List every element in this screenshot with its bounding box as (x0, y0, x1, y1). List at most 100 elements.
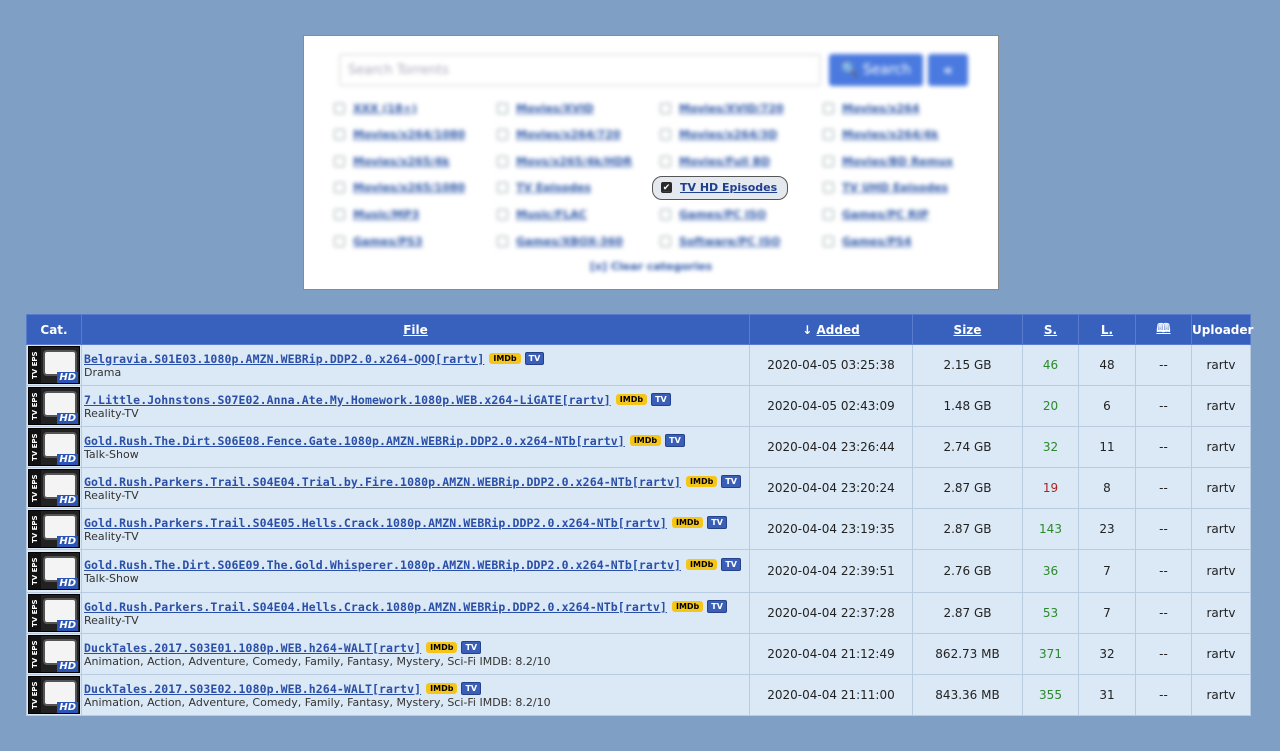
category-checkbox[interactable] (497, 235, 508, 247)
category-checkbox[interactable] (497, 155, 508, 167)
header-leechers[interactable]: L. (1078, 314, 1136, 345)
torrent-title-link[interactable]: Gold.Rush.The.Dirt.S06E09.The.Gold.Whisp… (84, 558, 681, 572)
category-tv-hd-episodes[interactable]: ✔ TV HD Episodes (652, 175, 789, 200)
torrent-title-link[interactable]: DuckTales.2017.S03E02.1080p.WEB.h264-WAL… (84, 682, 421, 696)
category-xxx-18[interactable]: XXX (18+) (334, 98, 417, 118)
category-checkbox[interactable] (497, 182, 508, 194)
category-checkbox[interactable] (334, 182, 345, 194)
category-checkbox[interactable] (823, 208, 834, 220)
header-comments[interactable]: 🕮 (1135, 314, 1192, 345)
tv-badge[interactable]: TV (721, 474, 741, 488)
tv-badge[interactable]: TV (461, 681, 482, 695)
category-games-xbox-360[interactable]: Games/XBOX-360 (497, 231, 623, 251)
category-movies-x264-3d[interactable]: Movies/x264/3D (660, 125, 777, 145)
category-movies-full-bd[interactable]: Movies/Full BD (660, 151, 770, 171)
category-tv-uhd-episodes[interactable]: TV UHD Episodes (823, 178, 948, 198)
tv-badge[interactable]: TV (721, 557, 741, 571)
imdb-badge[interactable]: IMDb (671, 600, 704, 612)
category-checkbox[interactable] (334, 208, 345, 220)
category-checkbox[interactable]: ✔ (661, 182, 672, 194)
category-cell[interactable]: TV EPS HD (26, 344, 82, 386)
sort-seeders-link[interactable]: S. (1044, 323, 1057, 337)
tv-hd-episodes-icon[interactable]: TV EPS HD (28, 676, 80, 714)
torrent-title-link[interactable]: DuckTales.2017.S03E01.1080p.WEB.h264-WAL… (84, 641, 421, 655)
sort-file-link[interactable]: File (403, 323, 428, 337)
tv-hd-episodes-icon[interactable]: TV EPS HD (28, 635, 80, 673)
category-cell[interactable]: TV EPS HD (26, 674, 82, 716)
category-checkbox[interactable] (334, 102, 345, 114)
category-movies-x265-1080[interactable]: Movies/x265/1080 (334, 178, 465, 198)
category-movies-x264[interactable]: Movies/x264 (823, 98, 920, 118)
tv-hd-episodes-icon[interactable]: TV EPS HD (28, 510, 80, 548)
category-checkbox[interactable] (497, 208, 508, 220)
category-movies-xvid[interactable]: Movies/XVID (497, 98, 594, 118)
search-button[interactable]: 🔍 Search (829, 54, 923, 86)
category-cell[interactable]: TV EPS HD (26, 385, 82, 427)
tv-badge[interactable]: TV (524, 351, 545, 365)
torrent-title-link[interactable]: Gold.Rush.Parkers.Trail.S04E04.Hells.Cra… (84, 600, 667, 614)
header-added[interactable]: ↓ Added (749, 314, 913, 345)
category-movies-x265-4k[interactable]: Movies/x265/4k (334, 151, 450, 171)
torrent-title-link[interactable]: Gold.Rush.The.Dirt.S06E08.Fence.Gate.108… (84, 434, 625, 448)
category-games-pc-rip[interactable]: Games/PC RIP (823, 204, 929, 224)
search-input[interactable] (339, 54, 821, 86)
category-checkbox[interactable] (334, 235, 345, 247)
imdb-badge[interactable]: IMDb (426, 682, 458, 694)
category-software-pc-iso[interactable]: Software/PC ISO (660, 231, 780, 251)
tv-badge[interactable]: TV (707, 599, 727, 613)
imdb-badge[interactable]: IMDb (426, 641, 458, 653)
category-checkbox[interactable] (823, 155, 834, 167)
torrent-title-link[interactable]: Gold.Rush.Parkers.Trail.S04E04.Trial.by.… (84, 475, 681, 489)
category-movies-xvid-720[interactable]: Movies/XVID/720 (660, 98, 784, 118)
category-cell[interactable]: TV EPS HD (26, 633, 82, 675)
category-checkbox[interactable] (660, 155, 671, 167)
torrent-title-link[interactable]: 7.Little.Johnstons.S07E02.Anna.Ate.My.Ho… (84, 393, 611, 407)
category-checkbox[interactable] (497, 129, 508, 141)
category-movies-x264-1080[interactable]: Movies/x264/1080 (334, 125, 465, 145)
imdb-badge[interactable]: IMDb (671, 516, 704, 528)
imdb-badge[interactable]: IMDb (686, 558, 718, 570)
category-checkbox[interactable] (660, 235, 671, 247)
header-size[interactable]: Size (912, 314, 1023, 345)
category-cell[interactable]: TV EPS HD (26, 426, 82, 468)
category-checkbox[interactable] (660, 102, 671, 114)
tv-hd-episodes-icon[interactable]: TV EPS HD (28, 428, 80, 466)
category-checkbox[interactable] (334, 155, 345, 167)
tv-hd-episodes-icon[interactable]: TV EPS HD (28, 387, 80, 425)
tv-badge[interactable]: TV (665, 433, 685, 447)
category-games-ps3[interactable]: Games/PS3 (334, 231, 423, 251)
comments-icon[interactable]: 🕮 (1156, 321, 1170, 335)
category-movies-x264-720[interactable]: Movies/x264/720 (497, 125, 621, 145)
category-cell[interactable]: TV EPS HD (26, 549, 82, 593)
tv-badge[interactable]: TV (461, 640, 482, 654)
category-checkbox[interactable] (823, 102, 834, 114)
category-games-ps4[interactable]: Games/PS4 (823, 231, 912, 251)
tv-hd-episodes-icon[interactable]: TV EPS HD (28, 346, 80, 384)
category-movies-x264-4k[interactable]: Movies/x264/4k (823, 125, 939, 145)
tv-hd-episodes-icon[interactable]: TV EPS HD (28, 552, 80, 590)
tv-badge[interactable]: TV (707, 515, 727, 529)
category-checkbox[interactable] (823, 129, 834, 141)
category-checkbox[interactable] (660, 129, 671, 141)
category-games-pc-iso[interactable]: Games/PC ISO (660, 204, 766, 224)
tv-hd-episodes-icon[interactable]: TV EPS HD (28, 469, 80, 507)
category-cell[interactable]: TV EPS HD (26, 592, 82, 634)
tv-hd-episodes-icon[interactable]: TV EPS HD (28, 594, 80, 632)
header-seeders[interactable]: S. (1022, 314, 1079, 345)
category-cell[interactable]: TV EPS HD (26, 467, 82, 509)
category-cell[interactable]: TV EPS HD (26, 508, 82, 550)
category-music-flac[interactable]: Music/FLAC (497, 204, 587, 224)
category-movs-x265-4k-hdr[interactable]: Movs/x265/4k/HDR (497, 151, 632, 171)
clear-categories-link[interactable]: [x] Clear categories (304, 260, 998, 273)
sort-leechers-link[interactable]: L. (1101, 323, 1113, 337)
sort-size-link[interactable]: Size (954, 323, 982, 337)
category-music-mp3[interactable]: Music/MP3 (334, 204, 419, 224)
imdb-badge[interactable]: IMDb (686, 475, 718, 487)
torrent-title-link[interactable]: Gold.Rush.Parkers.Trail.S04E05.Hells.Cra… (84, 516, 667, 530)
category-checkbox[interactable] (823, 182, 834, 194)
sort-added-link[interactable]: Added (817, 323, 860, 337)
category-checkbox[interactable] (497, 102, 508, 114)
collapse-categories-button[interactable]: « (928, 54, 968, 86)
imdb-badge[interactable]: IMDb (629, 434, 662, 446)
category-checkbox[interactable] (660, 208, 671, 220)
